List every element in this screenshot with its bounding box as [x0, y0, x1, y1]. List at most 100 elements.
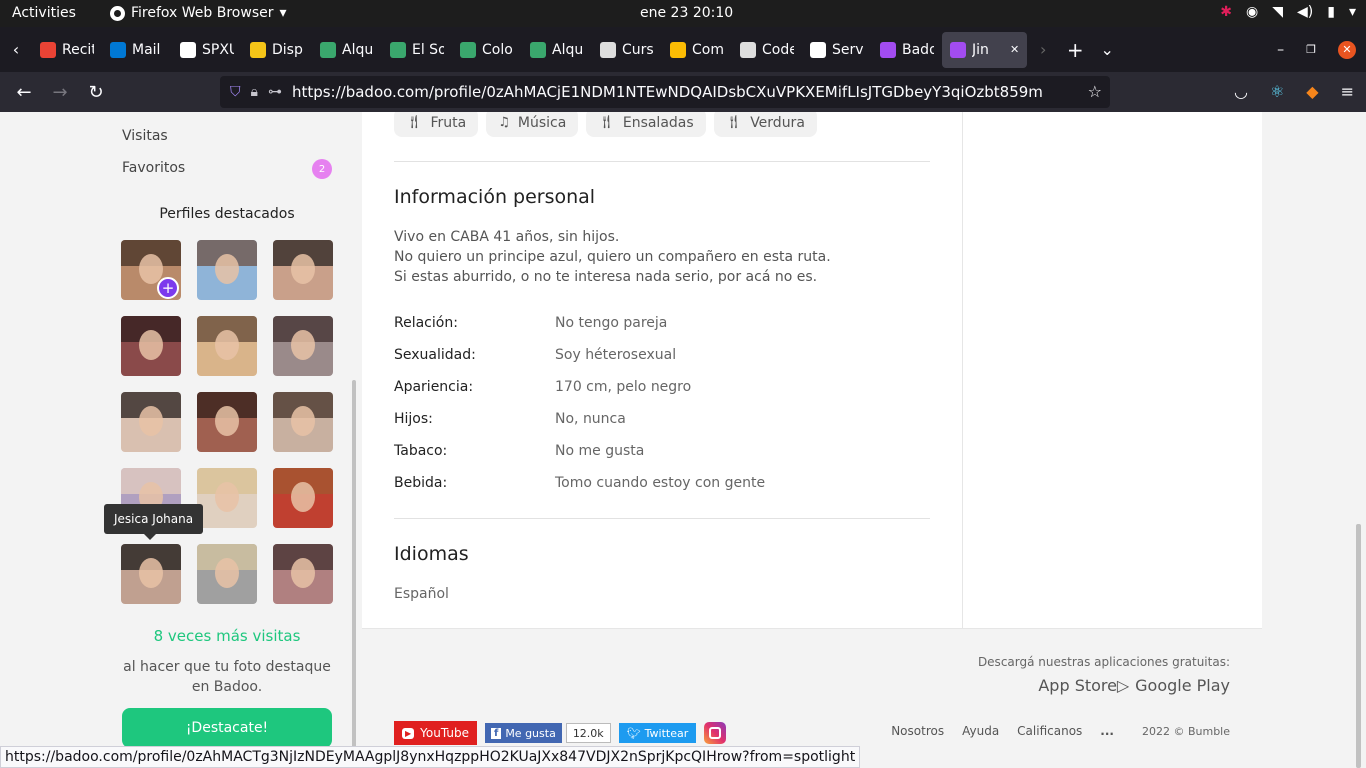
add-self-plus-icon[interactable]: +	[157, 277, 179, 299]
featured-profile-photo[interactable]	[273, 468, 333, 528]
featured-profile-photo[interactable]	[197, 544, 257, 604]
list-all-tabs-button[interactable]: ⌄	[1091, 27, 1123, 72]
forward-button[interactable]: →	[42, 82, 78, 103]
tradingview-icon	[180, 41, 196, 58]
react-devtools-icon[interactable]: ⚛	[1270, 82, 1284, 101]
tab-9[interactable]: Com	[662, 32, 732, 68]
clock[interactable]: ene 23 20:10	[640, 5, 733, 21]
facebook-like-label: Me gusta	[505, 726, 556, 740]
tab-1[interactable]: Mail	[102, 32, 172, 68]
copyright: 2022 © Bumble	[1141, 724, 1230, 738]
page-scrollbar[interactable]	[1356, 524, 1361, 768]
featured-profile-photo[interactable]	[273, 316, 333, 376]
coder-icon	[600, 41, 616, 58]
tab-13[interactable]: Jin ✕	[942, 31, 1028, 68]
tab-6[interactable]: Colo	[452, 32, 522, 68]
menu-icon[interactable]: ≡	[1341, 82, 1354, 101]
sidebar-item-favoritos[interactable]: Favoritos	[122, 160, 185, 176]
featured-profile-photo[interactable]	[121, 316, 181, 376]
instagram-icon[interactable]	[704, 722, 727, 744]
restore-icon[interactable]: ❐	[1306, 43, 1316, 56]
featured-profile-photo[interactable]	[273, 240, 333, 300]
destacate-button[interactable]: ¡Destacate!	[122, 708, 332, 748]
permissions-icon[interactable]: ⊶	[268, 84, 282, 100]
fork-knife-icon: 🍴︎	[598, 115, 615, 130]
metamask-icon[interactable]: ◆	[1306, 82, 1318, 101]
featured-profile-photo[interactable]	[273, 544, 333, 604]
featured-profile-photo[interactable]	[197, 392, 257, 452]
interest-chip[interactable]: 🍴︎ Ensaladas	[586, 112, 706, 137]
reload-button[interactable]: ↻	[78, 82, 114, 103]
tab-7[interactable]: Alqu	[522, 32, 592, 68]
info-value: No, nunca	[555, 411, 626, 427]
google-play-icon: ▷	[1116, 676, 1130, 695]
music-note-icon: ♫	[498, 115, 510, 130]
favoritos-count-badge: 2	[312, 159, 332, 179]
featured-profile-photo[interactable]	[197, 468, 257, 528]
promo-subtext: al hacer que tu foto destaque en Badoo.	[123, 659, 331, 695]
close-tab-icon[interactable]: ✕	[1010, 43, 1019, 56]
sidebar-item-visitas[interactable]: Visitas	[122, 128, 168, 144]
tab-0[interactable]: Recit	[32, 32, 102, 68]
back-button[interactable]: ←	[6, 82, 42, 103]
interest-label: Verdura	[750, 114, 805, 131]
languages-title: Idiomas	[394, 543, 469, 565]
featured-profile-photo[interactable]	[121, 392, 181, 452]
discord-icon[interactable]: ◉	[1246, 4, 1258, 20]
bio-text: Vivo en CABA 41 años, sin hijos. No quie…	[394, 227, 831, 287]
tab-2[interactable]: SPXU	[172, 32, 242, 68]
featured-profile-photo[interactable]	[273, 392, 333, 452]
bookmark-star-icon[interactable]: ☆	[1088, 82, 1102, 101]
interest-chip[interactable]: 🍴︎ Verdura	[713, 112, 817, 137]
twitter-button[interactable]: 🐦︎ Twittear	[618, 723, 697, 743]
featured-profile-photo[interactable]: +	[121, 240, 181, 300]
minimize-icon[interactable]: –	[1277, 42, 1284, 58]
sidebar-scrollbar[interactable]	[352, 380, 356, 768]
app-store-link[interactable]: App Store	[1032, 676, 1117, 695]
tab-8[interactable]: Curs	[592, 32, 662, 68]
url-text[interactable]: https://badoo.com/profile/0zAhMACjE1NDM1…	[292, 83, 1042, 101]
interests-list: 🍴︎ Fruta ♫ Música 🍴︎ Ensaladas 🍴︎ Verdura	[394, 112, 817, 137]
tab-4[interactable]: Alqu	[312, 32, 382, 68]
youtube-button[interactable]: ▶ YouTube	[394, 721, 477, 745]
tab-scroll-right[interactable]: ›	[1027, 27, 1059, 72]
featured-profile-photo[interactable]	[197, 240, 257, 300]
tab-11[interactable]: Serv	[802, 32, 872, 68]
footer-link-calificanos[interactable]: Calificanos	[1017, 724, 1082, 738]
slack-icon[interactable]: ✱	[1220, 4, 1232, 20]
page-viewport: Visitas Favoritos 2 Perfiles destacados …	[0, 112, 1366, 768]
footer-link-ayuda[interactable]: Ayuda	[962, 724, 999, 738]
fork-knife-icon: 🍴︎	[406, 115, 423, 130]
tab-5[interactable]: El So	[382, 32, 452, 68]
tracking-protection-icon[interactable]: ⛉	[230, 84, 241, 100]
tab-label: Curs	[622, 41, 654, 58]
lock-icon[interactable]: 🔒︎	[251, 84, 258, 100]
more-options-icon[interactable]: ...	[1100, 724, 1114, 738]
interest-chip[interactable]: 🍴︎ Fruta	[394, 112, 479, 137]
footer-link-nosotros[interactable]: Nosotros	[891, 724, 944, 738]
wifi-icon: ◥	[1272, 4, 1284, 20]
interest-chip[interactable]: ♫ Música	[486, 112, 579, 137]
system-tray[interactable]: ✱ ◉ ◥ ◀) ▮ ▾	[1220, 4, 1356, 20]
pocket-icon[interactable]: ◡	[1234, 82, 1248, 101]
activities-button[interactable]: Activities	[12, 5, 76, 21]
featured-profile-photo[interactable]	[197, 316, 257, 376]
facebook-like-button[interactable]: f Me gusta	[484, 723, 562, 743]
new-tab-button[interactable]: +	[1059, 27, 1091, 72]
url-bar[interactable]: ⛉ 🔒︎ ⊶ https://badoo.com/profile/0zAhMAC…	[220, 76, 1110, 108]
tab-10[interactable]: Code	[732, 32, 802, 68]
tab-12[interactable]: Bado	[872, 32, 942, 68]
close-window-icon[interactable]: ✕	[1338, 40, 1356, 59]
power-menu-icon[interactable]: ▾	[1349, 4, 1356, 20]
globe-icon	[390, 41, 406, 58]
featured-profiles-title: Perfiles destacados	[159, 206, 295, 222]
app-menu[interactable]: Firefox Web Browser ▾	[110, 5, 287, 21]
google-play-link[interactable]: ▷ Google Play	[1117, 676, 1230, 695]
facebook-icon: f	[490, 727, 502, 739]
featured-profile-photo[interactable]	[121, 544, 181, 604]
divider	[394, 161, 930, 162]
gnome-top-bar: Activities Firefox Web Browser ▾ ene 23 …	[0, 0, 1366, 27]
caret-down-icon: ▾	[279, 5, 287, 21]
tab-scroll-left[interactable]: ‹	[0, 27, 32, 72]
tab-3[interactable]: Disp	[242, 32, 312, 68]
